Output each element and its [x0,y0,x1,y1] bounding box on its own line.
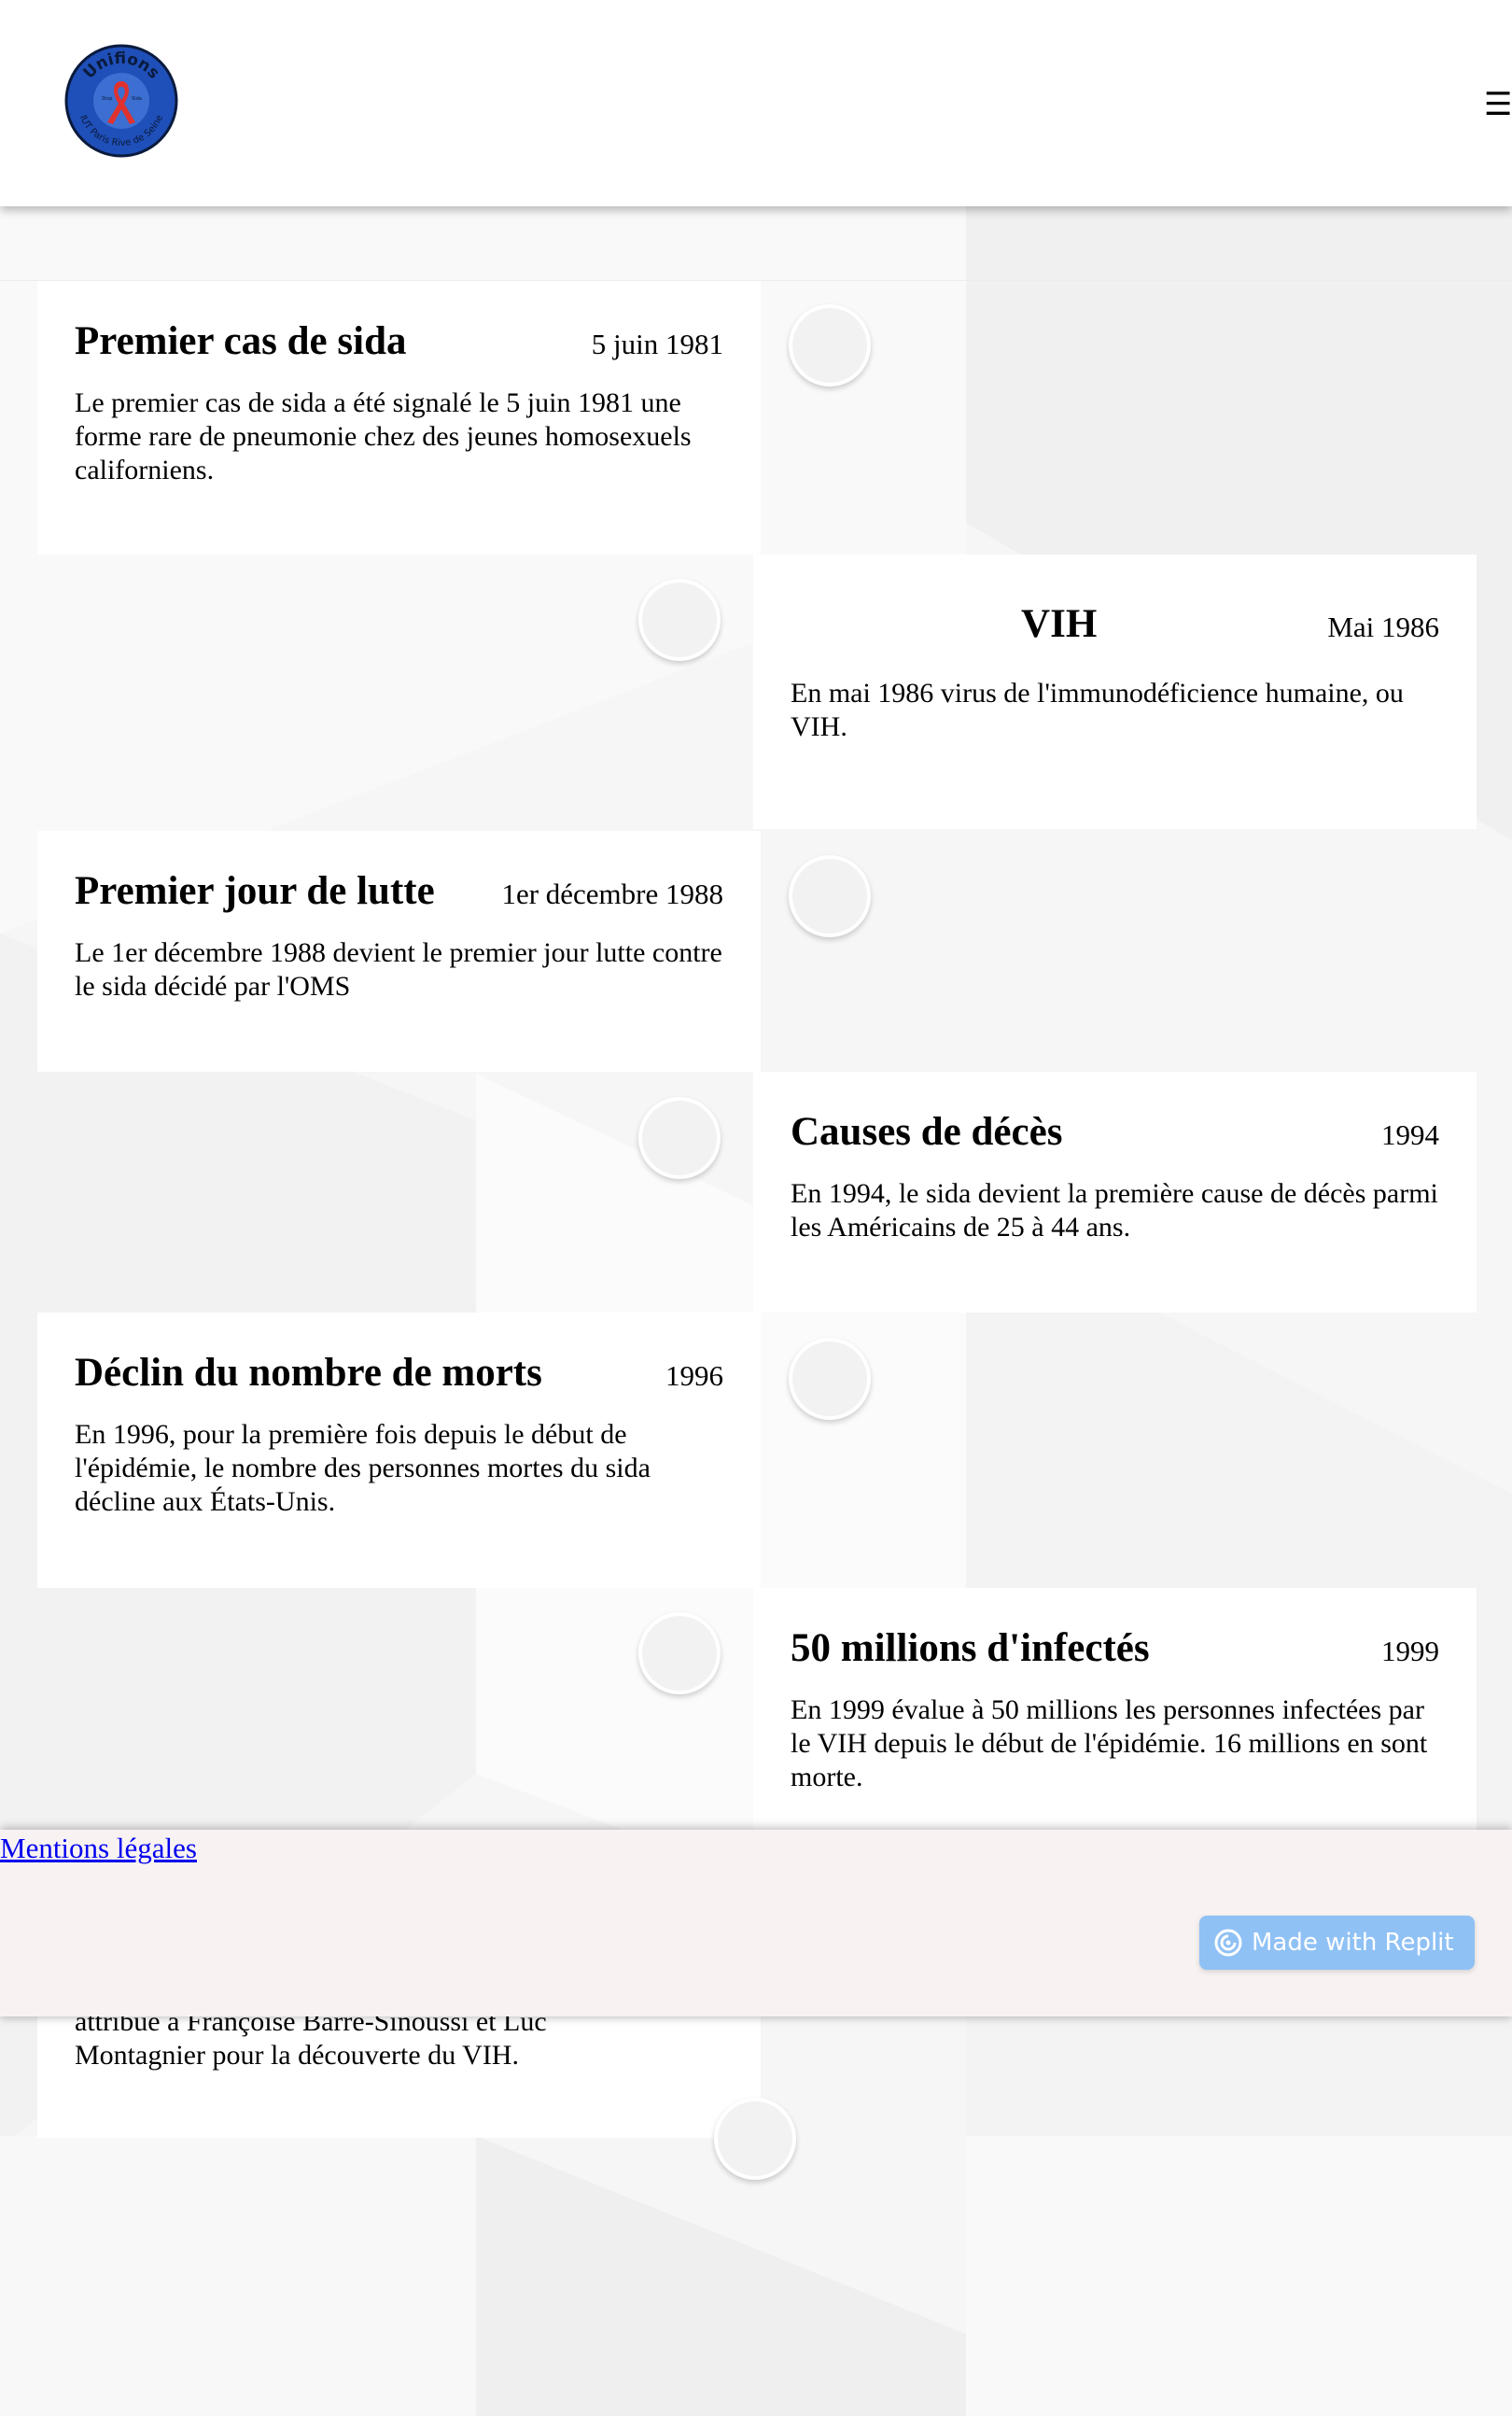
timeline-item-title: Premier jour de lutte [75,869,435,913]
logo-badge: Unifions IUT Paris Rive de Seine Stop Si… [64,44,178,158]
timeline-item-vih: VIH Mai 1986 En mai 1986 virus de l'immu… [753,555,1477,829]
legal-mentions-link[interactable]: Mentions légales [0,1830,197,1867]
logo-ribbon-left: Stop [102,96,112,102]
timeline-marker [789,304,871,386]
logo-ribbon-right: Sida [132,96,142,102]
site-footer: Mentions légales Made with Replit [0,1830,1512,2016]
timeline-item-text: Le premier cas de sida a été signalé le … [75,387,692,486]
site-header: Unifions IUT Paris Rive de Seine Stop Si… [0,0,1512,206]
timeline-item-text: En 1999 évalue à 50 millions les personn… [791,1694,1428,1793]
timeline-item-date: 5 juin 1981 [591,328,723,360]
timeline-item-date: 1994 [1381,1118,1439,1151]
made-with-replit-button[interactable]: Made with Replit [1199,1916,1475,1970]
timeline-marker [638,1612,721,1694]
timeline-marker [789,1338,871,1420]
timeline-item-text: En 1994, le sida devient la première cau… [791,1178,1438,1243]
unifions-logo[interactable]: Unifions IUT Paris Rive de Seine Stop Si… [64,44,178,158]
timeline-item-declin: Déclin du nombre de morts 1996 En 1996, … [37,1313,761,1588]
hamburger-menu-icon[interactable]: ☰ [1484,86,1512,123]
timeline-marker [714,2098,796,2180]
timeline-marker [638,1097,721,1179]
timeline-item-causes-deces: Causes de décès 1994 En 1994, le sida de… [753,1072,1477,1313]
timeline-item-date: 1er décembre 1988 [501,878,723,910]
timeline-item-date: 1996 [665,1359,723,1392]
timeline-item-title: 50 millions d'infectés [791,1626,1150,1670]
timeline-item-date: Mai 1986 [1327,611,1439,643]
timeline-item-title: Premier cas de sida [75,319,407,363]
timeline-marker [638,579,721,661]
timeline-item-text: Le 1er décembre 1988 devient le premier … [75,937,722,1003]
timeline-item-text: En 1996, pour la première fois depuis le… [75,1419,651,1518]
replit-icon [1214,1929,1242,1957]
timeline-item-title: Déclin du nombre de morts [75,1351,542,1395]
timeline-item-50-millions: 50 millions d'infectés 1999 En 1999 éval… [753,1588,1477,1868]
timeline-item-title: Causes de décès [791,1110,1063,1154]
timeline-item-title: VIH [1021,602,1098,646]
timeline-item-premier-jour: Premier jour de lutte 1er décembre 1988 … [37,831,761,1072]
timeline-item-date: 1999 [1381,1635,1439,1667]
timeline-item-premier-cas: Premier cas de sida 5 juin 1981 Le premi… [37,281,761,555]
replit-label: Made with Replit [1252,1929,1454,1957]
timeline-item-text-line: Montagnier pour la découverte du VIH. [75,2040,519,2071]
timeline-item-text: En mai 1986 virus de l'immunodéficience … [791,678,1404,743]
timeline-marker [789,855,871,937]
